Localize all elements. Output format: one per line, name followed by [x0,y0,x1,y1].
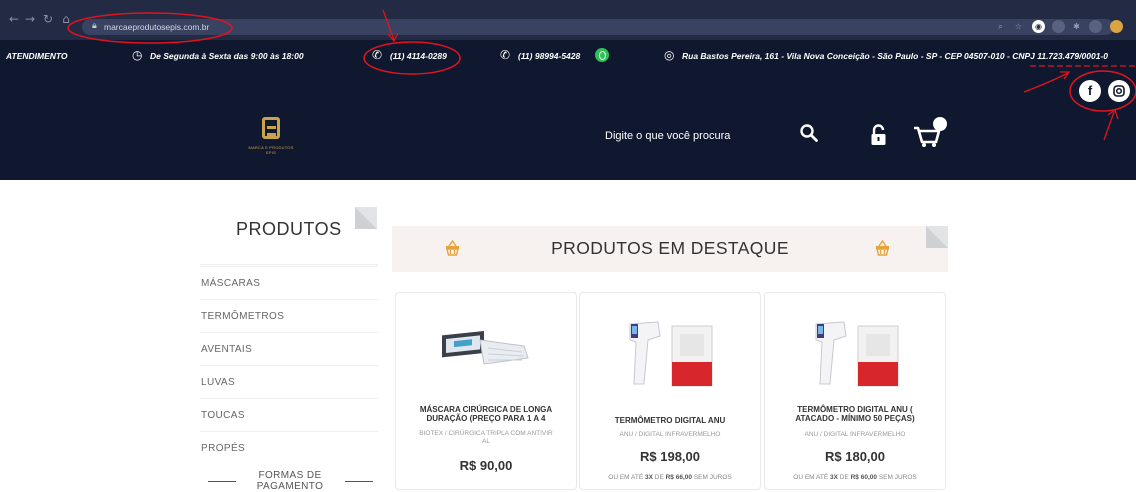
installment-prefix: OU EM ATÉ [793,474,829,481]
product-name-line2[interactable]: ATACADO - MÍNIMO 50 PEÇAS) [767,414,943,423]
installment-mid: DE [839,474,849,481]
product-image-thermometer[interactable] [624,318,716,390]
divider [200,264,378,265]
product-image-thermometer[interactable] [810,318,902,390]
product-category: BIOTEX / CIRÚRGICA TRIPLA COM ANTIVIR AL [398,430,574,446]
installment-suffix: SEM JUROS [878,474,917,481]
red-annotations [67,9,1136,141]
divider [208,481,236,482]
corner-decoration [355,207,377,229]
payment-methods-heading: FORMAS DE PAGAMENTO [240,470,340,492]
sidebar-item-luvas[interactable]: LUVAS [200,365,378,398]
sidebar-item-toucas[interactable]: TOUCAS [200,398,378,431]
product-name-line2[interactable]: DURAÇÃO (PREÇO PARA 1 A 4 [398,414,574,423]
sidebar-title: PRODUTOS [236,219,342,239]
sidebar-item-propes[interactable]: PROPÉS [200,431,378,464]
basket-icon [876,240,889,256]
product-image-mask[interactable] [436,328,534,368]
sidebar-item-mascaras[interactable]: MÁSCARAS [200,266,378,299]
installment-suffix: SEM JUROS [693,474,732,481]
product-price: R$ 198,00 [640,449,700,464]
product-name[interactable]: TERMÔMETRO DIGITAL ANU [582,416,758,425]
product-category-line1: BIOTEX / CIRÚRGICA TRIPLA COM ANTIVIR [419,430,553,437]
payment-methods-line1: FORMAS DE [258,470,322,481]
product-name-line1[interactable]: MÁSCARA CIRÚRGICA DE LONGA [398,405,574,414]
featured-title: PRODUTOS EM DESTAQUE [551,238,789,258]
installment-mid: DE [654,474,664,481]
sidebar-item-termometros[interactable]: TERMÔMETROS [200,299,378,332]
installment-info: OU EM ATÉ 3X DE R$ 60,00 SEM JUROS [767,474,943,481]
product-name[interactable]: TERMÔMETRO DIGITAL ANU ( ATACADO - MÍNIM… [767,405,943,423]
divider [345,481,373,482]
product-category: ANU / DIGITAL INFRAVERMELHO [804,431,906,438]
product-category: ANU / DIGITAL INFRAVERMELHO [619,431,721,438]
installment-count: 3X [645,474,653,481]
installment-info: OU EM ATÉ 3X DE R$ 66,00 SEM JUROS [582,474,758,481]
installment-count: 3X [830,474,838,481]
product-price: R$ 180,00 [825,449,885,464]
sidebar-item-aventais[interactable]: AVENTAIS [200,332,378,365]
installment-value: R$ 60,00 [850,474,877,481]
product-name-line1[interactable]: TERMÔMETRO DIGITAL ANU ( [767,405,943,414]
product-name[interactable]: MÁSCARA CIRÚRGICA DE LONGA DURAÇÃO (PREÇ… [398,405,574,423]
installment-value: R$ 66,00 [665,474,692,481]
payment-methods-line2: PAGAMENTO [256,481,324,492]
installment-prefix: OU EM ATÉ [608,474,644,481]
product-category-line2: AL [482,438,490,445]
product-price: R$ 90,00 [459,458,513,473]
